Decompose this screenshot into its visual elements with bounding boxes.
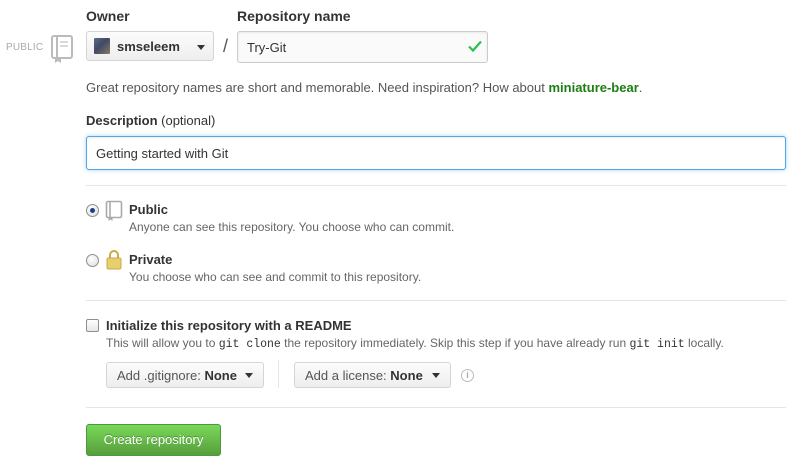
private-radio[interactable] — [86, 254, 99, 267]
readme-checkbox[interactable] — [86, 319, 99, 332]
readme-title: Initialize this repository with a README — [106, 318, 352, 333]
repository-name-input[interactable]: Try-Git — [237, 31, 488, 63]
repository-name-hint: Great repository names are short and mem… — [86, 80, 642, 95]
description-value: Getting started with Git — [96, 146, 229, 161]
info-icon[interactable]: i — [461, 369, 474, 382]
readme-code-git-clone: git clone — [218, 338, 281, 351]
gitignore-value: None — [204, 368, 237, 383]
description-label-text: Description — [86, 113, 158, 128]
private-option-title: Private — [129, 252, 173, 267]
readme-desc-part: the repository immediately. Skip this st… — [280, 336, 630, 350]
divider — [86, 185, 786, 186]
owner-label: Owner — [86, 8, 130, 24]
gitignore-label: Add .gitignore: — [117, 368, 201, 383]
radio-selected-dot — [90, 208, 95, 213]
repo-book-icon — [105, 200, 123, 221]
gitignore-dropdown[interactable]: Add .gitignore: None — [106, 362, 264, 388]
public-radio[interactable] — [86, 204, 99, 217]
hint-end: . — [638, 80, 643, 95]
chevron-down-icon — [432, 373, 440, 378]
divider — [278, 360, 279, 388]
lock-icon — [106, 250, 122, 270]
owner-repo-separator: / — [223, 36, 229, 56]
license-value: None — [390, 368, 423, 383]
checkmark-icon — [468, 40, 482, 53]
divider — [86, 407, 786, 408]
public-option-description: Anyone can see this repository. You choo… — [129, 220, 455, 234]
description-input[interactable]: Getting started with Git — [86, 136, 786, 170]
owner-name: smseleem — [117, 39, 180, 54]
divider — [86, 300, 786, 301]
readme-description: This will allow you to git clone the rep… — [106, 336, 724, 351]
avatar — [94, 38, 110, 54]
name-suggestion-link[interactable]: miniature-bear — [548, 80, 638, 95]
hint-text: Great repository names are short and mem… — [86, 80, 549, 95]
readme-desc-part: locally. — [684, 336, 724, 350]
license-label: Add a license: — [305, 368, 387, 383]
chevron-down-icon — [245, 373, 253, 378]
description-optional-text: (optional) — [161, 113, 216, 128]
private-option-description: You choose who can see and commit to thi… — [129, 270, 422, 284]
chevron-down-icon — [197, 45, 205, 50]
public-option-title: Public — [129, 202, 169, 217]
create-repository-button[interactable]: Create repository — [86, 424, 221, 456]
description-label: Description (optional) — [86, 113, 215, 128]
readme-desc-part: This will allow you to — [106, 336, 219, 350]
owner-dropdown[interactable]: smseleem — [86, 31, 214, 61]
readme-code-git-init: git init — [629, 338, 685, 351]
license-dropdown[interactable]: Add a license: None — [294, 362, 451, 388]
repo-book-icon — [51, 35, 73, 63]
visibility-tag: PUBLIC — [6, 42, 44, 53]
repository-name-value: Try-Git — [247, 40, 287, 55]
repository-name-label: Repository name — [237, 8, 351, 24]
